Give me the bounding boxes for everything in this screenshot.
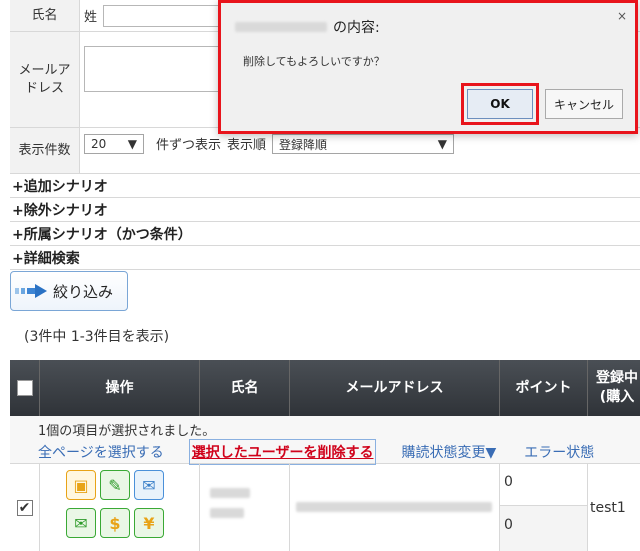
- display-count-label: 表示件数: [10, 128, 80, 173]
- dialog-title: の内容:: [235, 17, 380, 37]
- per-page-select[interactable]: 20 ▼: [84, 134, 144, 154]
- row-name-cell: [200, 464, 290, 551]
- redacted-name: [210, 488, 250, 498]
- points-top: 0: [500, 464, 587, 506]
- toggle-belong-scenario[interactable]: +所属シナリオ（かつ条件）: [10, 223, 640, 246]
- change-subscription-link[interactable]: 購読状態変更▼: [401, 442, 496, 462]
- arrow-right-icon: [15, 284, 47, 298]
- check-icon: ✔: [18, 499, 31, 516]
- dropdown-arrow-icon: ▼: [437, 137, 448, 151]
- error-status-link[interactable]: エラー状態: [524, 442, 594, 462]
- header-points: ポイント: [500, 360, 588, 416]
- confirm-dialog: の内容: × 削除してもよろしいですか？ OK キャンセル: [218, 0, 638, 134]
- select-all-pages-link[interactable]: 全ページを選択する: [38, 442, 164, 462]
- filter-button[interactable]: 絞り込み: [10, 271, 128, 311]
- sort-label: 表示順: [227, 138, 267, 153]
- redacted-name: [210, 508, 244, 518]
- cancel-button[interactable]: キャンセル: [545, 89, 623, 119]
- per-page-suffix: 件ずつ表示: [156, 138, 222, 153]
- row-email-cell: [290, 464, 500, 551]
- result-count: (3件中 1-3件目を表示): [24, 329, 170, 345]
- toggle-detail-search[interactable]: +詳細検索: [10, 247, 640, 270]
- selection-notice-text: 1個の項目が選択されました。: [38, 424, 216, 439]
- sort-select[interactable]: 登録降順 ▼: [272, 134, 455, 154]
- email-textarea[interactable]: [84, 46, 234, 92]
- selection-notice: 1個の項目が選択されました。 全ページを選択する 選択したユーザーを削除する 購…: [10, 416, 640, 465]
- sei-input[interactable]: [103, 4, 234, 27]
- email-label: メールア ドレス: [10, 32, 80, 127]
- redacted-email[interactable]: [296, 502, 492, 512]
- toggle-add-scenario[interactable]: +追加シナリオ: [10, 175, 640, 198]
- header-name: 氏名: [200, 360, 290, 416]
- ok-button[interactable]: OK: [467, 89, 533, 119]
- ok-highlight: OK: [461, 83, 539, 125]
- table-row: ✔ ▣ ✎ ✉ ✉ $ ¥ 0 0 test1: [10, 464, 640, 551]
- row-checkbox[interactable]: ✔: [16, 499, 33, 516]
- row-points-cell: 0 0: [500, 464, 588, 551]
- delete-selected-link[interactable]: 選択したユーザーを削除する: [188, 439, 377, 465]
- mail-icon[interactable]: ✉: [134, 470, 164, 500]
- dialog-message: 削除してもよろしいですか？: [243, 55, 385, 68]
- header-ops: 操作: [40, 360, 200, 416]
- sei-label: 姓: [84, 10, 98, 25]
- header-email: メールアドレス: [290, 360, 500, 416]
- send-mail-icon[interactable]: ✉: [66, 508, 96, 538]
- select-all-checkbox[interactable]: [16, 380, 33, 396]
- redacted-domain: [235, 22, 327, 32]
- pencil-icon[interactable]: ✎: [100, 470, 130, 500]
- filter-button-label: 絞り込み: [53, 282, 114, 301]
- name-label: 氏名: [10, 0, 80, 31]
- toggle-exclude-scenario[interactable]: +除外シナリオ: [10, 199, 640, 222]
- points-bottom: 0: [500, 506, 587, 551]
- close-icon[interactable]: ×: [617, 9, 627, 23]
- dollar-icon[interactable]: $: [100, 508, 130, 538]
- row-registered: test1: [590, 499, 626, 516]
- display-row: 表示件数 20 ▼ 件ずつ表示 表示順 登録降順 ▼: [10, 128, 640, 174]
- header-registered: 登録中 (購入: [596, 370, 638, 405]
- contact-card-icon[interactable]: ▣: [66, 470, 96, 500]
- dropdown-arrow-icon: ▼: [127, 137, 137, 151]
- yen-icon[interactable]: ¥: [134, 508, 164, 538]
- table-header: 操作 氏名 メールアドレス ポイント 登録中 (購入: [10, 360, 640, 416]
